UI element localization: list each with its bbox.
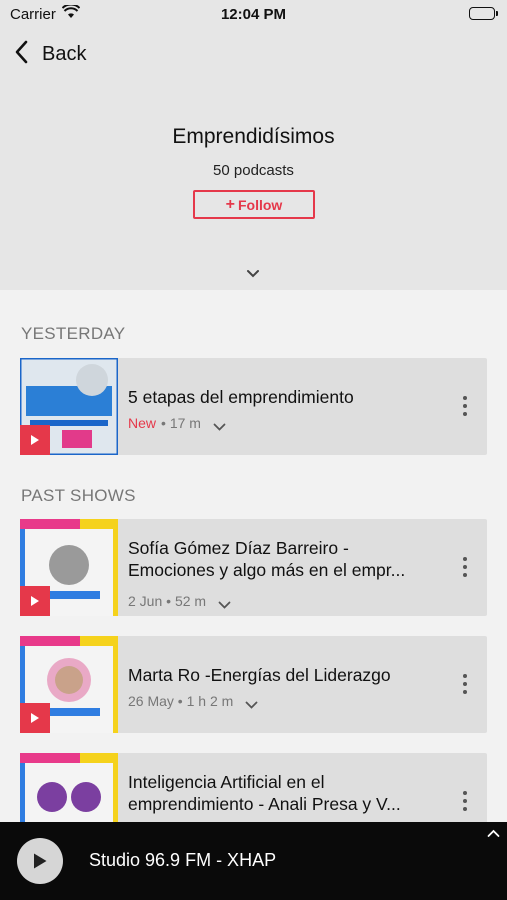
episode-card[interactable]: Sofía Gómez Díaz Barreiro - Emociones y …: [20, 519, 487, 616]
more-options-icon[interactable]: [461, 674, 469, 694]
episode-meta: 2 Jun • 52 m: [128, 590, 231, 612]
episode-date: 2 Jun: [128, 593, 163, 609]
chevron-down-icon[interactable]: [218, 596, 231, 612]
new-badge: New: [128, 415, 157, 431]
play-icon[interactable]: [20, 586, 50, 616]
status-time: 12:04 PM: [220, 6, 287, 23]
page-title: Emprendidísimos: [172, 125, 335, 148]
episode-thumbnail: [20, 519, 118, 616]
more-options-icon[interactable]: [461, 791, 469, 811]
podcast-header: Back Emprendidísimos 50 podcasts + Follo…: [0, 28, 507, 290]
more-options-icon[interactable]: [461, 557, 469, 577]
episode-duration: 52 m: [174, 593, 207, 609]
episode-card[interactable]: Marta Ro -Energías del Liderazgo 26 May …: [20, 636, 487, 733]
chevron-down-icon[interactable]: [245, 696, 258, 712]
episode-date: 26 May: [128, 693, 174, 709]
episode-thumbnail: [20, 636, 118, 733]
more-options-icon[interactable]: [461, 396, 469, 416]
episode-meta: New • 17 m: [128, 412, 226, 434]
section-yesterday: YESTERDAY: [21, 324, 126, 343]
episode-duration: 17 m: [169, 415, 201, 431]
meta-separator: •: [162, 593, 175, 609]
player-station-title: Studio 96.9 FM - XHAP: [89, 850, 277, 870]
chevron-down-icon[interactable]: [213, 418, 226, 434]
mini-player[interactable]: Studio 96.9 FM - XHAP: [0, 822, 507, 900]
meta-separator: •: [173, 693, 187, 709]
follow-label: Follow: [238, 196, 283, 213]
episode-title: 5 etapas del emprendimiento: [128, 387, 354, 407]
follow-button[interactable]: + Follow: [193, 190, 315, 219]
back-label: Back: [42, 42, 87, 65]
section-past-shows: PAST SHOWS: [21, 486, 136, 505]
chevron-down-icon[interactable]: [246, 265, 260, 283]
episode-title: Inteligencia Artificial en el emprendimi…: [128, 772, 401, 814]
back-button[interactable]: Back: [14, 40, 86, 68]
episode-title: Sofía Gómez Díaz Barreiro - Emociones y …: [128, 538, 406, 580]
plus-icon: +: [225, 195, 235, 213]
episode-title: Marta Ro -Energías del Liderazgo: [128, 665, 391, 685]
play-icon[interactable]: [20, 703, 50, 733]
battery-icon: [469, 7, 498, 20]
play-button[interactable]: [17, 838, 63, 884]
status-bar: Carrier 12:04 PM: [0, 0, 507, 28]
meta-separator: •: [161, 415, 170, 431]
episode-card[interactable]: 5 etapas del emprendimiento New • 17 m: [20, 358, 487, 455]
episode-duration: 1 h 2 m: [186, 693, 234, 709]
chevron-up-icon[interactable]: [487, 825, 500, 843]
play-icon[interactable]: [20, 425, 50, 455]
episode-meta: 26 May • 1 h 2 m: [128, 690, 258, 712]
podcast-count: 50 podcasts: [213, 162, 294, 179]
chevron-left-icon: [14, 40, 28, 69]
episode-thumbnail: [20, 358, 118, 455]
